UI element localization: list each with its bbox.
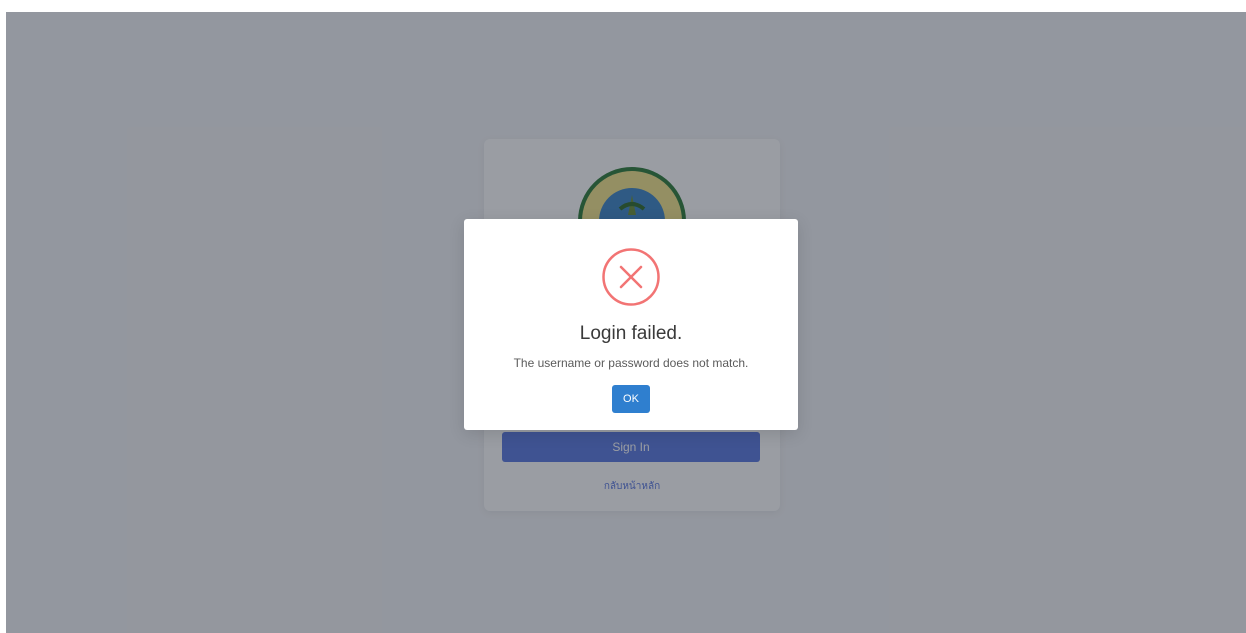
error-x-icon — [602, 248, 660, 306]
dialog-title: Login failed. — [579, 323, 683, 344]
page-frame: Sign In กลับหน้าหลัก Login failed. The u… — [6, 12, 1246, 633]
ok-button[interactable]: OK — [612, 385, 650, 413]
login-failed-dialog: Login failed. The username or password d… — [464, 219, 798, 430]
dialog-message: The username or password does not match. — [513, 356, 749, 370]
